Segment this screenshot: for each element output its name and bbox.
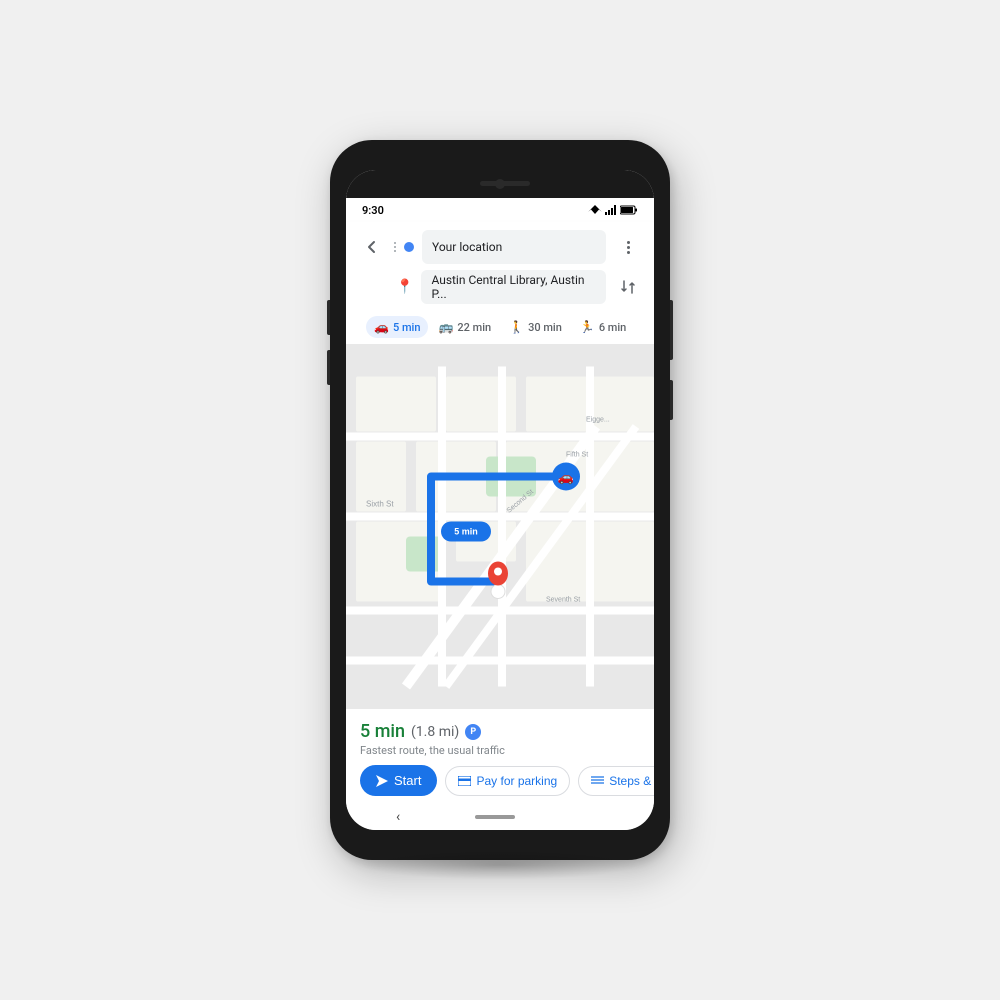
tab-walking[interactable]: 🚶 30 min [501, 316, 570, 338]
steps-more-button[interactable]: Steps & more [578, 766, 654, 796]
map-view[interactable]: Sixth St Second St Seventh St Eigge... F… [346, 344, 654, 709]
signal-icon [605, 205, 617, 215]
transport-tabs: 🚗 5 min 🚌 22 min 🚶 30 min 🏃 6 min 🚲 [358, 312, 642, 344]
svg-text:Eigge...: Eigge... [586, 417, 610, 424]
home-indicator[interactable] [475, 815, 515, 819]
pay-parking-label: Pay for parking [476, 774, 557, 788]
origin-dot [404, 242, 414, 252]
route-distance: (1.8 mi) [411, 724, 459, 740]
run-icon: 🏃 [580, 320, 595, 334]
phone-device: 9:30 [330, 140, 670, 860]
bottom-panel: 5 min (1.8 mi) P Fastest route, the usua… [346, 709, 654, 804]
car-icon: 🚗 [374, 320, 389, 334]
destination-pin-icon: 📍 [396, 279, 413, 295]
back-nav-button[interactable]: ‹ [396, 809, 400, 825]
origin-text: Your location [432, 240, 502, 254]
walk-icon: 🚶 [509, 320, 524, 334]
route-time: 5 min [360, 721, 405, 742]
phone-notch [346, 170, 654, 198]
tab-transit[interactable]: 🚌 22 min [430, 316, 499, 338]
status-bar: 9:30 [346, 198, 654, 222]
route-info: 5 min (1.8 mi) P Fastest route, the usua… [360, 721, 640, 757]
phone-shadow [360, 850, 640, 880]
origin-input[interactable]: Your location [422, 230, 606, 264]
start-button[interactable]: Start [360, 765, 437, 796]
start-label: Start [394, 773, 421, 788]
wifi-icon [588, 205, 602, 215]
volume-down-button [327, 350, 330, 385]
svg-text:🚗: 🚗 [558, 470, 574, 485]
list-icon [591, 776, 604, 786]
parking-badge: P [465, 724, 481, 740]
svg-text:Seventh St: Seventh St [546, 597, 580, 604]
svg-text:5 min: 5 min [454, 527, 478, 537]
map-svg: Sixth St Second St Seventh St Eigge... F… [346, 344, 654, 709]
more-dots-icon [627, 241, 630, 254]
status-time: 9:30 [362, 204, 384, 217]
tab-driving[interactable]: 🚗 5 min [366, 316, 428, 338]
navigation-icon [376, 775, 388, 787]
tab-cycling[interactable]: 🚲 10 m [636, 316, 642, 338]
destination-text: Austin Central Library, Austin P... [431, 273, 596, 301]
steps-more-label: Steps & more [609, 774, 654, 788]
battery-icon [620, 205, 638, 215]
phone-screen: 9:30 [346, 170, 654, 830]
volume-up-button [327, 300, 330, 335]
route-line-dots [394, 242, 396, 252]
back-button[interactable] [358, 233, 386, 261]
walk-time: 30 min [528, 321, 562, 334]
transit-time: 22 min [457, 321, 491, 334]
route-subtext: Fastest route, the usual traffic [360, 744, 640, 757]
run-time: 6 min [599, 321, 627, 334]
navigation-header: Your location 📍 Austin Central Library, … [346, 222, 654, 344]
svg-text:Fifth St: Fifth St [566, 452, 588, 459]
driving-time: 5 min [393, 321, 421, 334]
phone-speaker [480, 181, 530, 186]
more-options-button[interactable] [614, 233, 642, 261]
bus-icon: 🚌 [438, 320, 453, 334]
destination-input[interactable]: Austin Central Library, Austin P... [421, 270, 606, 304]
phone-bottom-bar: ‹ [346, 804, 654, 830]
card-icon [458, 776, 471, 786]
tab-running[interactable]: 🏃 6 min [572, 316, 634, 338]
action-buttons: Start Pay for parking Steps & more [360, 765, 640, 796]
svg-text:Sixth St: Sixth St [366, 500, 394, 509]
status-icons [588, 205, 638, 215]
pay-parking-button[interactable]: Pay for parking [445, 766, 570, 796]
swap-routes-button[interactable] [614, 273, 642, 301]
